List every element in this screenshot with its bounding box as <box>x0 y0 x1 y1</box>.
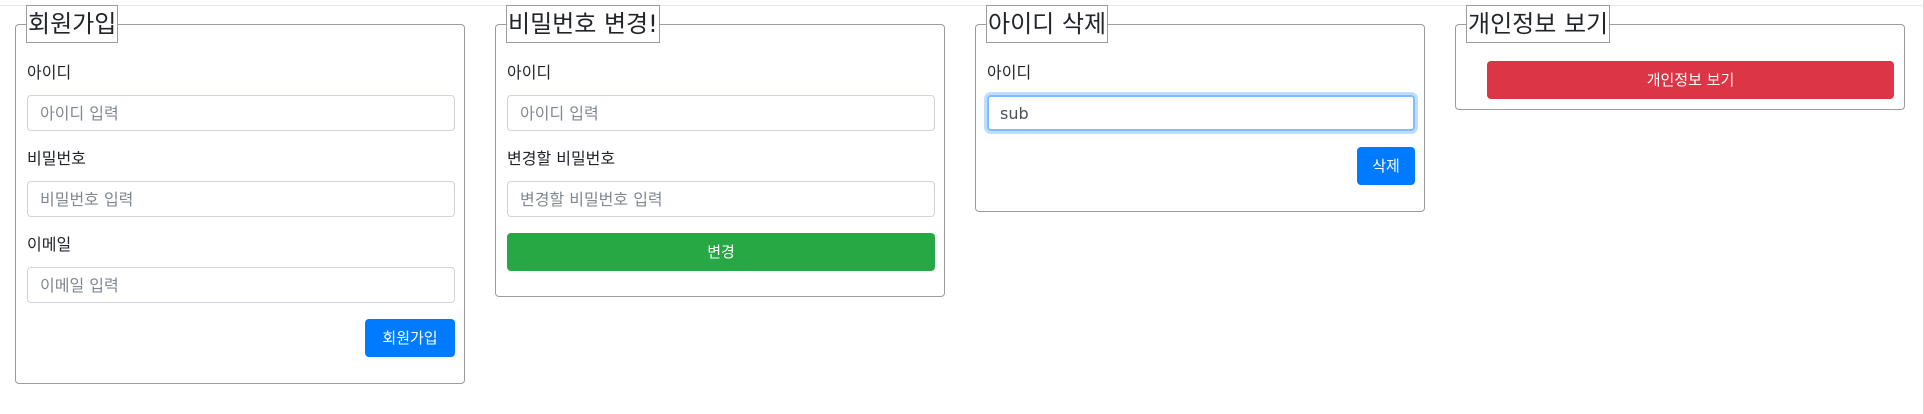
signup-submit-button[interactable]: 회원가입 <box>365 319 455 357</box>
change-password-button[interactable]: 변경 <box>507 233 935 271</box>
view-info-legend: 개인정보 보기 <box>1466 5 1611 43</box>
delete-id-label: 아이디 <box>987 63 1032 82</box>
new-password-input[interactable] <box>507 181 935 217</box>
signup-id-label: 아이디 <box>27 63 72 82</box>
delete-button[interactable]: 삭제 <box>1357 147 1415 185</box>
signup-id-input[interactable] <box>27 95 455 131</box>
signup-fieldset: 회원가입 아이디 비밀번호 이메일 회원가입 <box>15 5 465 384</box>
delete-id-legend: 아이디 삭제 <box>986 5 1109 43</box>
signup-legend: 회원가입 <box>26 5 119 43</box>
change-password-id-label: 아이디 <box>507 63 552 82</box>
view-info-button[interactable]: 개인정보 보기 <box>1487 61 1894 99</box>
delete-id-fieldset: 아이디 삭제 아이디 삭제 <box>975 5 1425 212</box>
signup-email-label: 이메일 <box>27 235 72 254</box>
top-divider <box>0 5 1924 6</box>
new-password-label: 변경할 비밀번호 <box>507 149 616 168</box>
view-info-fieldset: 개인정보 보기 개인정보 보기 <box>1455 5 1905 110</box>
delete-id-input[interactable] <box>987 95 1415 131</box>
signup-password-label: 비밀번호 <box>27 149 86 168</box>
signup-email-input[interactable] <box>27 267 455 303</box>
change-password-fieldset: 비밀번호 변경! 아이디 변경할 비밀번호 변경 <box>495 5 945 297</box>
change-password-id-input[interactable] <box>507 95 935 131</box>
signup-password-input[interactable] <box>27 181 455 217</box>
change-password-legend: 비밀번호 변경! <box>506 5 660 43</box>
